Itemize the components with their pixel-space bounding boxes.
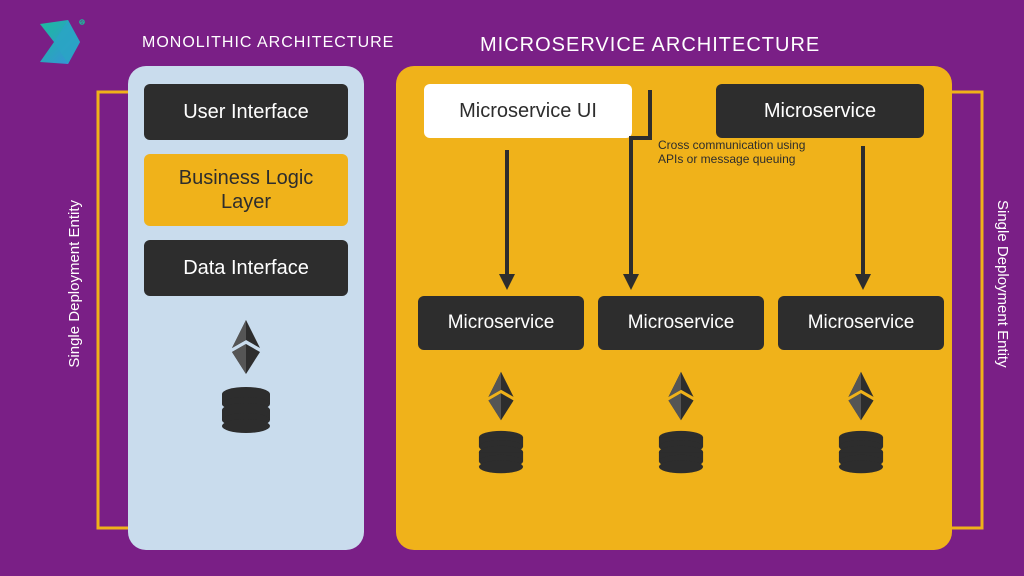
mono-data-interface-box: Data Interface <box>144 240 348 296</box>
bracket-right-icon <box>952 90 992 530</box>
right-deployment-label: Single Deployment Entity <box>994 200 1011 368</box>
ethereum-icon <box>843 370 879 422</box>
arrow-split-down-icon <box>622 90 654 290</box>
ethereum-icon <box>226 318 266 376</box>
ethereum-icon <box>663 370 699 422</box>
microservice-box-1: Microservice <box>418 296 584 350</box>
arrow-down-icon <box>854 146 872 290</box>
database-icon <box>218 386 274 436</box>
mono-business-logic-box: Business Logic Layer <box>144 154 348 226</box>
microservice-box-3: Microservice <box>778 296 944 350</box>
monolithic-title: MONOLITHIC ARCHITECTURE <box>142 34 394 52</box>
mono-user-interface-box: User Interface <box>144 84 348 140</box>
database-icon <box>655 430 707 476</box>
cross-communication-note: Cross communication using APIs or messag… <box>658 138 808 167</box>
db-stack-1 <box>418 370 584 476</box>
microservice-title: MICROSERVICE ARCHITECTURE <box>480 34 820 57</box>
mono-db-stack <box>218 318 274 436</box>
ethereum-icon <box>483 370 519 422</box>
bracket-left-icon <box>88 90 128 530</box>
brand-logo <box>32 18 86 73</box>
arrow-down-icon <box>498 150 516 290</box>
left-deployment-label: Single Deployment Entity <box>66 200 83 368</box>
microservice-box-2: Microservice <box>598 296 764 350</box>
microservice-top-right-box: Microservice <box>716 84 924 138</box>
monolithic-panel: User Interface Business Logic Layer Data… <box>128 66 364 550</box>
db-stack-3 <box>778 370 944 476</box>
microservice-ui-box: Microservice UI <box>424 84 632 138</box>
db-stack-2 <box>598 370 764 476</box>
database-icon <box>475 430 527 476</box>
database-icon <box>835 430 887 476</box>
